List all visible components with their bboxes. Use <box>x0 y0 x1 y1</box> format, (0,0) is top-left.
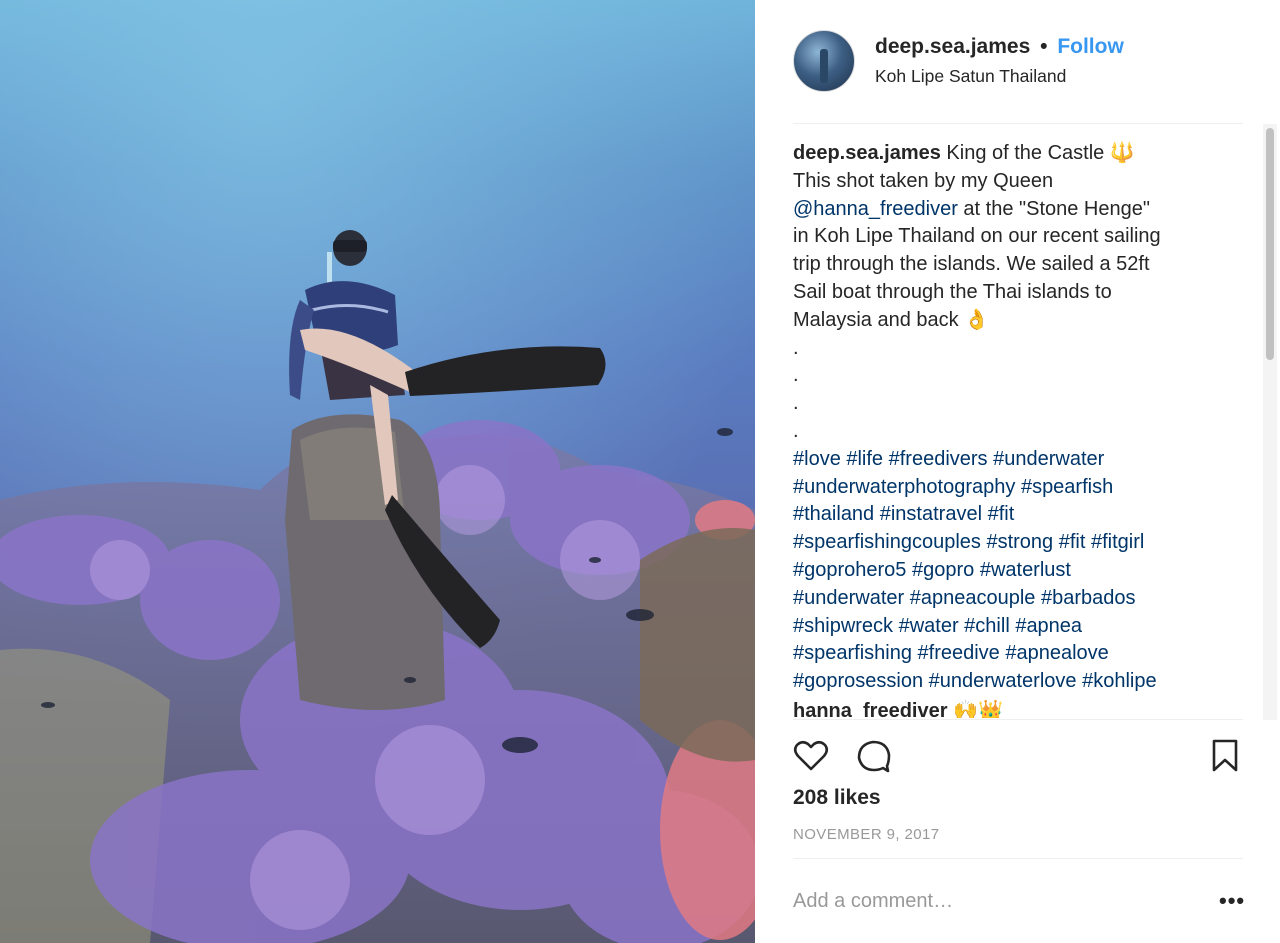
caption-dot-2: . <box>793 364 799 387</box>
comments-list: deep.sea.james King of the Castle 🔱 This… <box>793 140 1233 718</box>
heart-icon <box>793 740 829 771</box>
caption-dot-3: . <box>793 392 799 415</box>
caption-line-1: deep.sea.james King of the Castle 🔱 <box>793 140 1233 168</box>
hashtag-line-8[interactable]: #spearfishing #freedive #apnealove <box>793 640 1233 668</box>
post-date: NOVEMBER 9, 2017 <box>793 826 940 843</box>
hashtag-line-7[interactable]: #shipwreck #water #chill #apnea <box>793 613 1233 641</box>
comments-scrollbar-thumb[interactable] <box>1266 128 1274 360</box>
mention-link[interactable]: @hanna_freediver <box>793 198 958 220</box>
save-button[interactable] <box>1205 736 1245 776</box>
hashtag-line-4[interactable]: #spearfishingcouples #strong #fit #fitgi… <box>793 529 1233 557</box>
post-details-panel: deep.sea.james • Follow Koh Lipe Satun T… <box>755 0 1280 943</box>
caption-text-3: at the "Stone Henge" <box>957 197 1150 220</box>
header-username-link[interactable]: deep.sea.james <box>875 35 1030 58</box>
hashtag-line-3[interactable]: #thailand #instatravel #fit <box>793 501 1233 529</box>
caption-text-1: King of the Castle 🔱 <box>940 142 1135 164</box>
caption-line-6: Sail boat through the Thai islands to <box>793 280 1112 303</box>
header-username-row: deep.sea.james • Follow <box>875 35 1124 59</box>
caption-line-5: trip through the islands. We sailed a 52… <box>793 253 1150 276</box>
caption-dot-1: . <box>793 336 799 359</box>
hashtag-line-1[interactable]: #love #life #freedivers #underwater <box>793 446 1233 474</box>
post-header: deep.sea.james • Follow Koh Lipe Satun T… <box>755 0 1280 124</box>
hashtag-line-5[interactable]: #goprohero5 #gopro #waterlust <box>793 557 1233 585</box>
underwater-scene-image <box>0 0 755 943</box>
avatar[interactable] <box>793 30 855 92</box>
next-comment-preview[interactable]: hanna_freediver 🙌👑 <box>793 698 1233 718</box>
post-photo[interactable] <box>0 0 755 943</box>
comment-icon <box>857 740 891 773</box>
caption-username-link[interactable]: deep.sea.james <box>793 142 941 164</box>
caption-line-7: Malaysia and back 👌 <box>793 308 990 331</box>
separator-dot: • <box>1040 35 1048 58</box>
header-divider <box>793 123 1243 124</box>
likes-count[interactable]: 208 likes <box>793 786 881 810</box>
like-button[interactable] <box>791 736 831 776</box>
comment-input[interactable] <box>793 884 1173 918</box>
bookmark-icon <box>1212 739 1238 772</box>
caption-dot-4: . <box>793 419 799 442</box>
caption-line-2: This shot taken by my Queen <box>793 169 1054 192</box>
more-options-button[interactable]: ••• <box>1219 888 1245 914</box>
comment-divider <box>793 858 1243 859</box>
location-link[interactable]: Koh Lipe Satun Thailand <box>875 66 1066 87</box>
comment-button[interactable] <box>854 736 894 776</box>
hashtag-line-6[interactable]: #underwater #apneacouple #barbados <box>793 585 1233 613</box>
follow-button[interactable]: Follow <box>1057 35 1124 58</box>
hashtag-line-2[interactable]: #underwaterphotography #spearfish <box>793 474 1233 502</box>
caption-line-3: @hanna_freediver at the "Stone Henge" <box>793 196 1233 224</box>
hashtag-line-9[interactable]: #goprosession #underwaterlove #kohlipe <box>793 668 1233 696</box>
post-actions-bar <box>755 720 1280 780</box>
caption-line-4: in Koh Lipe Thailand on our recent saili… <box>793 225 1161 248</box>
